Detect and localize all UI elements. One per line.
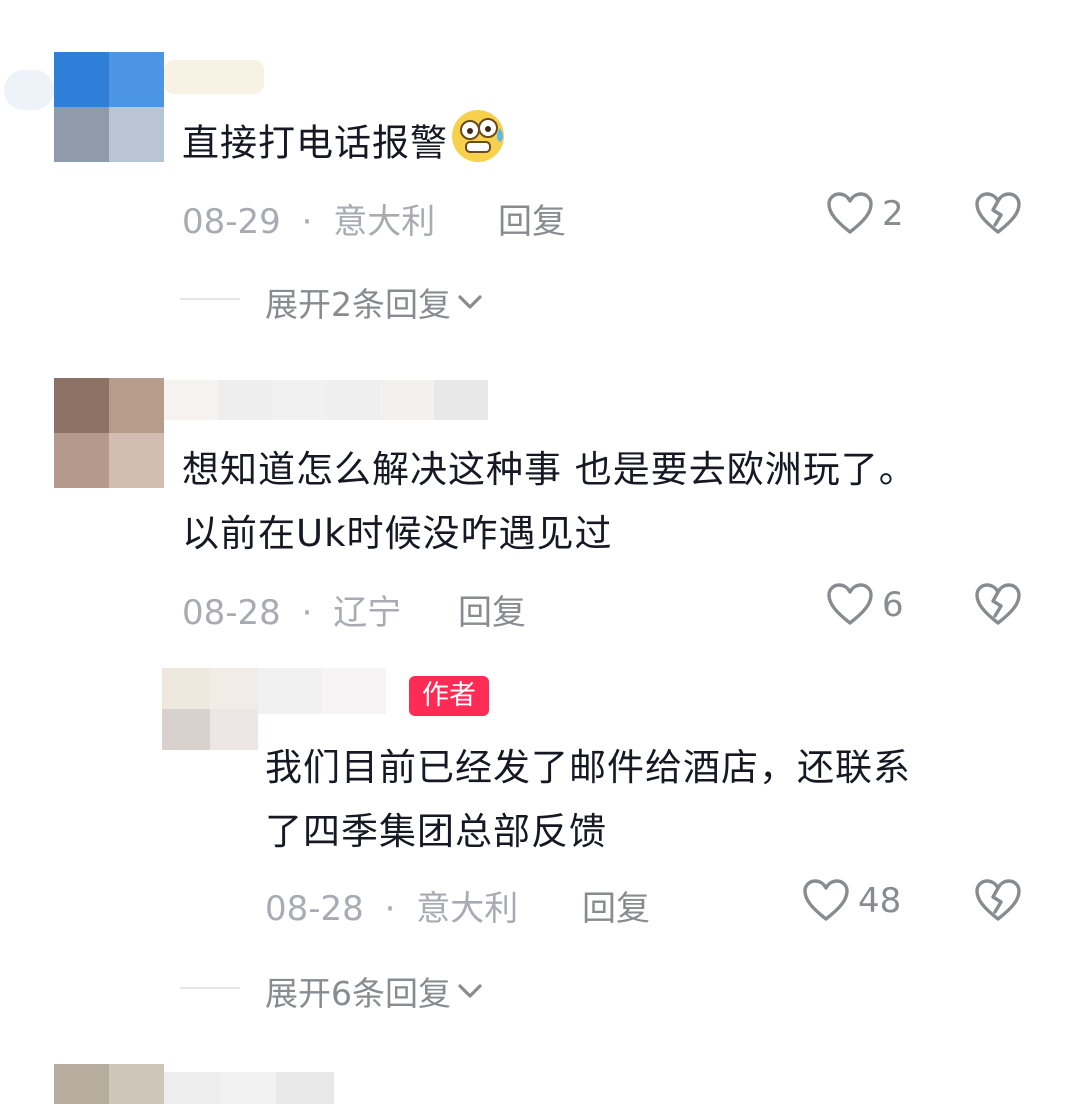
like-count: 6 — [882, 585, 904, 625]
comment-date: 08-29 — [182, 202, 281, 242]
meta-separator: · — [384, 889, 396, 929]
author-badge: 作者 — [409, 676, 489, 716]
reply-button[interactable]: 回复 — [582, 881, 650, 930]
reply-button[interactable]: 回复 — [498, 194, 566, 243]
comment-meta: 08-28 · 辽宁 — [182, 585, 401, 634]
divider-line — [180, 298, 240, 300]
divider-line — [180, 987, 240, 989]
heart-outline-icon[interactable] — [802, 878, 850, 922]
avatar[interactable] — [54, 52, 164, 162]
avatar[interactable] — [54, 1064, 164, 1104]
expand-replies-label: 展开2条回复 — [265, 285, 451, 324]
heart-outline-icon[interactable] — [826, 191, 874, 235]
like-count: 48 — [858, 881, 902, 921]
comment-meta: 08-29 · 意大利 — [182, 194, 435, 243]
expand-replies-label: 展开6条回复 — [265, 974, 451, 1013]
sweat-grin-emoji — [448, 104, 510, 186]
username[interactable] — [164, 380, 488, 420]
reply-button[interactable]: 回复 — [458, 585, 526, 634]
username[interactable] — [164, 1072, 334, 1104]
comment-text: 直接打电话报警 — [182, 104, 510, 186]
comment-text-line-1: 想知道怎么解决这种事 也是要去欧洲玩了。 — [182, 448, 917, 491]
username-tail — [4, 70, 54, 110]
meta-separator: · — [301, 593, 313, 633]
comment-date: 08-28 — [265, 889, 364, 929]
expand-replies-button[interactable]: 展开2条回复 — [265, 278, 485, 326]
comment-location: 意大利 — [416, 889, 519, 929]
avatar[interactable] — [162, 668, 258, 750]
username[interactable] — [164, 60, 264, 94]
comment-location: 意大利 — [333, 202, 436, 242]
expand-replies-button[interactable]: 展开6条回复 — [265, 967, 485, 1015]
avatar[interactable] — [54, 378, 164, 488]
broken-heart-icon[interactable] — [974, 878, 1022, 922]
meta-separator: · — [301, 202, 313, 242]
heart-outline-icon[interactable] — [826, 582, 874, 626]
comment-text-line-2: 以前在Uk时候没咋遇见过 — [182, 512, 613, 555]
chevron-down-icon — [458, 295, 482, 309]
comment-location: 辽宁 — [333, 593, 402, 633]
chevron-down-icon — [458, 984, 482, 998]
comment-meta: 08-28 · 意大利 — [265, 881, 518, 930]
comment-text-line-1: 我们目前已经发了邮件给酒店，还联系 — [265, 746, 911, 789]
comment-date: 08-28 — [182, 593, 281, 633]
like-count: 2 — [882, 194, 904, 234]
username[interactable] — [258, 668, 386, 714]
broken-heart-icon[interactable] — [974, 191, 1022, 235]
comment-list: 直接打电话报警 08-29 · 意大利 回复 2 展开2条回复 想知道怎么解决这… — [0, 0, 1080, 1104]
comment-text-line-2: 了四季集团总部反馈 — [265, 810, 607, 853]
broken-heart-icon[interactable] — [974, 582, 1022, 626]
